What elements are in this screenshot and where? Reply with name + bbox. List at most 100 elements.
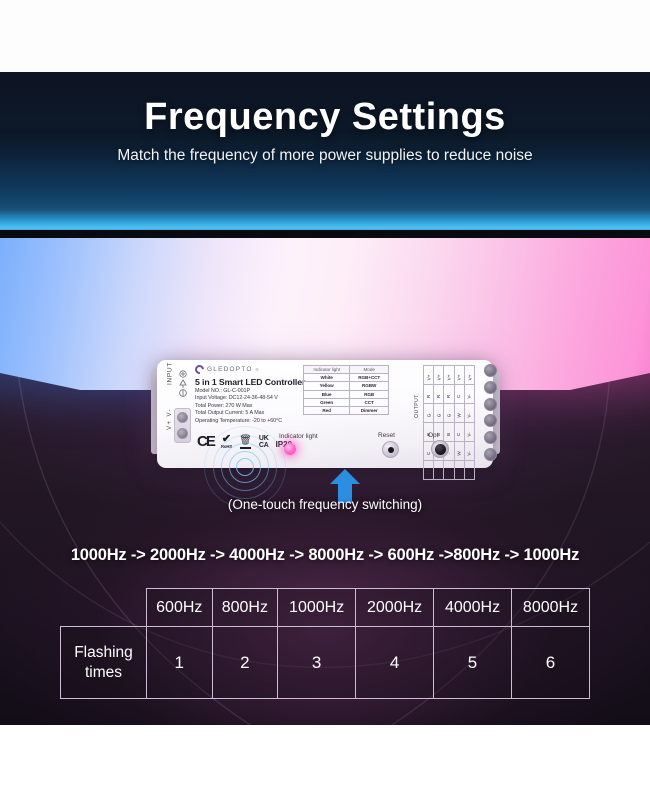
- table-header-row: Indicator light Mode: [302, 364, 389, 375]
- pin-cell: V+: [453, 365, 465, 385]
- mode-indicator-color: White: [302, 373, 351, 383]
- frequency-header: 2000Hz: [355, 588, 435, 627]
- opt-button-label: Opt: [428, 432, 439, 439]
- table-row: W - - - V-: [422, 460, 476, 480]
- pin-cell: V+: [433, 365, 445, 385]
- pin-cell: R: [422, 384, 435, 404]
- mode-indicator-color: Green: [302, 397, 351, 407]
- input-screw-terminals: [174, 408, 191, 443]
- pin-cell: V-: [463, 422, 476, 442]
- pin-cell: V+: [422, 365, 435, 385]
- screw-icon: [483, 397, 497, 411]
- mode-indicator-color: Red: [302, 405, 351, 416]
- screw-icon: [483, 364, 497, 377]
- pin-cell: R: [443, 384, 455, 404]
- output-label: OUTPUT: [414, 394, 420, 418]
- pin-cell: W: [453, 403, 465, 423]
- input-terminal-label: V+ V-: [167, 408, 173, 430]
- screw-icon: [177, 411, 188, 423]
- input-polarity-icons: [179, 370, 187, 397]
- spec-line: Total Output Current: 5 A Max: [195, 410, 265, 417]
- frequency-header: 800Hz: [211, 588, 279, 627]
- flashing-count: 3: [277, 626, 357, 699]
- frequency-sequence: 1000Hz -> 2000Hz -> 4000Hz -> 8000Hz -> …: [70, 546, 580, 564]
- table-row: R R R C V-: [422, 384, 476, 404]
- pin-cell: V-: [463, 403, 476, 423]
- frequency-header: 600Hz: [146, 588, 213, 627]
- ukca-top: UK: [258, 435, 269, 442]
- mode-table-header: Mode: [349, 364, 389, 375]
- frequency-header: 1000Hz: [277, 588, 357, 627]
- flashing-count: 4: [355, 626, 435, 699]
- screw-icon: [177, 428, 188, 440]
- indicator-led: [284, 443, 296, 455]
- one-touch-caption: (One-touch frequency switching): [227, 497, 423, 512]
- mode-name: Dimmer: [349, 405, 389, 416]
- ukca-bottom: CA: [258, 442, 269, 449]
- pin-cell: -: [443, 460, 455, 480]
- spec-line: Model NO.: GL-C-001P: [195, 388, 251, 394]
- page-title: Frequency Settings: [144, 96, 506, 138]
- reset-button-label: Reset: [378, 432, 395, 439]
- page-subtitle: Match the frequency of more power suppli…: [117, 147, 533, 164]
- pin-cell: W: [422, 460, 435, 480]
- frequency-header: 4000Hz: [433, 588, 513, 627]
- mode-table-header: Indicator light: [302, 364, 351, 375]
- brand-row: GLEDOPTO ®: [193, 363, 259, 376]
- flashing-count: 2: [211, 626, 279, 699]
- rohs-mark-icon: ✔ RoHS: [220, 433, 233, 450]
- pin-cell: G: [433, 403, 445, 423]
- trash-bin-icon: 🗑: [239, 435, 252, 447]
- spec-line: Input Voltage: DC12-24-36-48-54 V: [195, 395, 278, 402]
- pin-cell: G: [443, 403, 455, 423]
- spec-line: Operating Temperature: -20 to +60°C: [195, 417, 283, 424]
- flashing-count: 5: [433, 626, 513, 699]
- product-infographic: Frequency Settings Match the frequency o…: [0, 0, 650, 800]
- rohs-label: RoHS: [220, 444, 233, 449]
- weee-underline: [239, 447, 251, 449]
- mode-name: RGB+CCT: [349, 373, 389, 383]
- indicator-mode-table: Indicator light Mode White RGB+CCT Yello…: [302, 364, 389, 416]
- screw-icon: [483, 380, 497, 394]
- bottom-white-band: [0, 725, 650, 800]
- mode-name: RGBW: [349, 381, 389, 391]
- pin-cell: -: [453, 460, 465, 480]
- pin-cell: V+: [443, 365, 455, 385]
- ce-mark-icon: CE: [197, 433, 216, 450]
- pin-cell: -: [433, 460, 445, 480]
- frequency-header: 8000Hz: [511, 588, 590, 627]
- mode-name: CCT: [349, 397, 389, 407]
- pin-cell: V-: [463, 384, 476, 404]
- table-row: Blue RGB: [302, 389, 389, 399]
- screw-icon: [483, 414, 497, 428]
- flashing-count: 1: [146, 626, 213, 699]
- ukca-mark-icon: UK CA: [259, 435, 269, 449]
- output-pinout-table: V+ V+ V+ V+ V+ R R R C V- G G G W V- B B…: [422, 365, 476, 480]
- table-corner-cell: [60, 588, 147, 627]
- brand-name: GLEDOPTO: [207, 366, 253, 373]
- screw-icon: [483, 431, 497, 445]
- pin-cell: C: [453, 384, 465, 404]
- table-header-row: 600Hz 800Hz 1000Hz 2000Hz 4000Hz 8000Hz: [60, 588, 590, 627]
- pin-cell: C: [453, 422, 465, 442]
- table-row: Yellow RGBW: [302, 381, 389, 391]
- led-controller-device: INPUT V+ V- GLEDOPTO ® 5 in 1 Smart LED …: [157, 360, 497, 480]
- opt-button[interactable]: [431, 440, 449, 458]
- table-row: White RGB+CCT: [302, 373, 389, 383]
- table-row: Flashing times 1 2 3 4 5 6: [60, 626, 590, 699]
- table-row: G G G W V-: [422, 403, 476, 423]
- reset-button[interactable]: [382, 441, 399, 458]
- weee-bin-icon: 🗑: [239, 436, 252, 449]
- table-row: Green CCT: [302, 397, 389, 407]
- mode-indicator-color: Blue: [302, 389, 351, 399]
- pin-cell: V-: [463, 441, 476, 461]
- spec-line: Total Power: 270 W Max: [195, 402, 253, 409]
- pin-cell: V+: [463, 365, 476, 385]
- row-label-line2: times: [84, 663, 123, 681]
- pin-cell: B: [443, 422, 455, 442]
- brand-registered-mark: ®: [255, 367, 259, 372]
- device-spec-list: Model NO.: GL-C-001P Input Voltage: DC12…: [195, 388, 282, 425]
- check-icon: ✔: [221, 433, 232, 445]
- certification-marks: CE ✔ RoHS 🗑 UK CA IP20: [197, 434, 292, 449]
- output-screw-terminals: [481, 364, 499, 461]
